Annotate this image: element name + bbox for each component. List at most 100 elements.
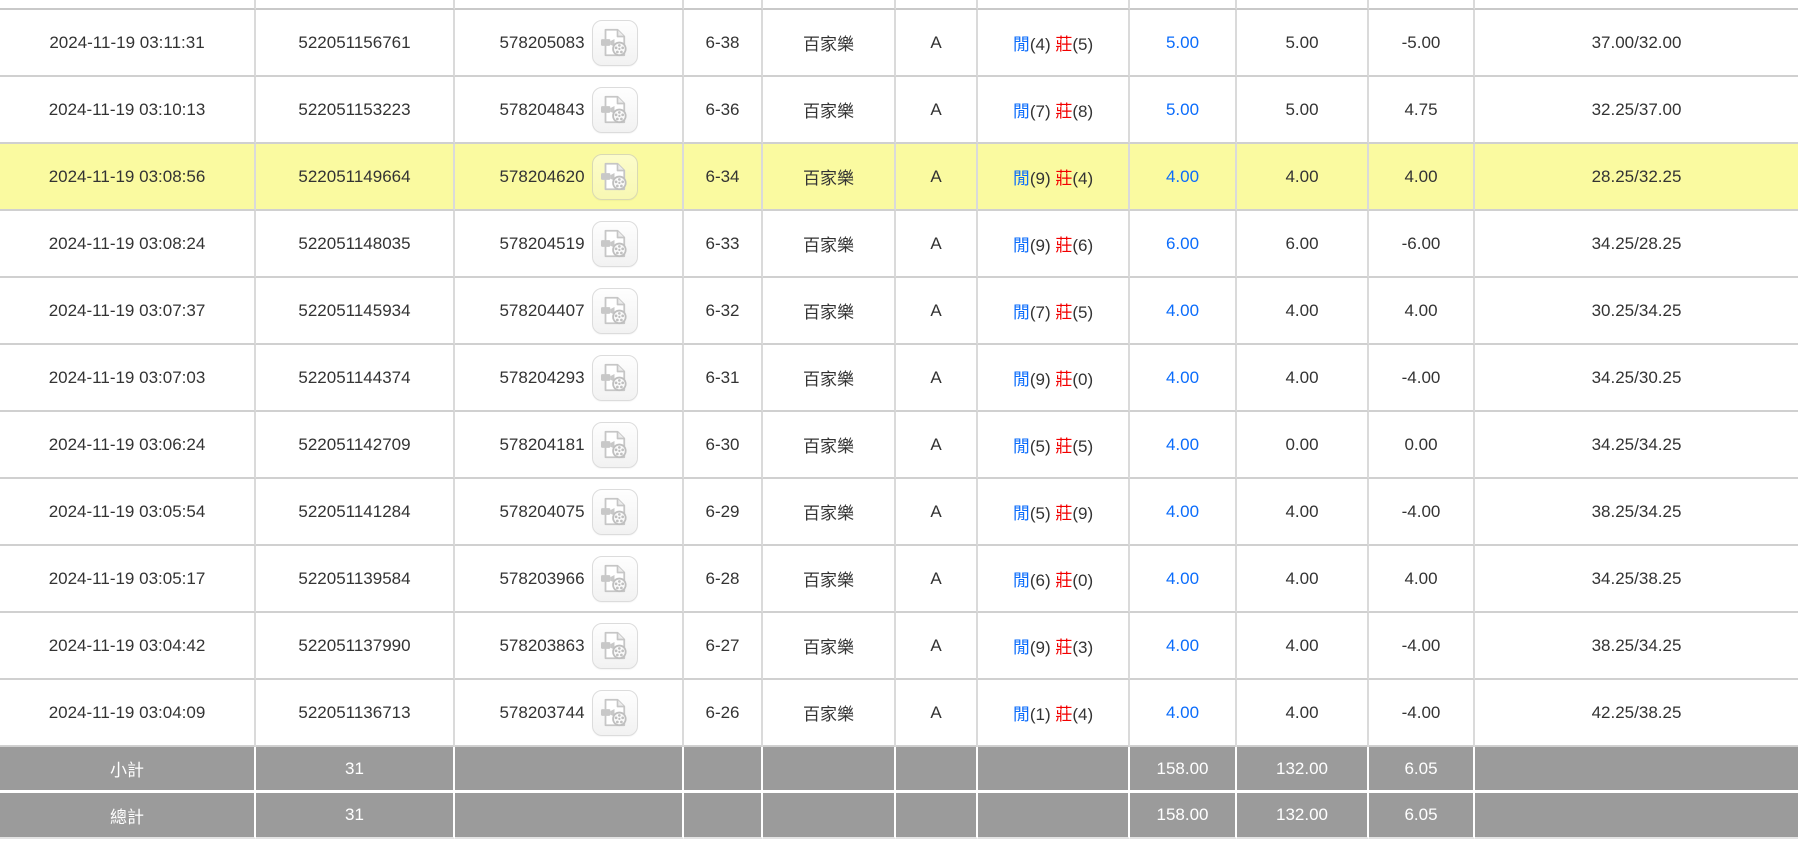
valid-bet-cell: 4.00	[1130, 278, 1237, 345]
video-replay-button[interactable]	[592, 20, 638, 66]
subtotal-row-count: 31	[256, 747, 455, 793]
total-row-empty-cell	[896, 793, 978, 839]
bet-amount-cell: 4.00	[1237, 546, 1369, 613]
record-row[interactable]: 2024-11-19 03:04:09522051136713578203744…	[0, 680, 1798, 747]
player-score: (7)	[1030, 303, 1051, 322]
video-icon	[598, 428, 631, 461]
clipped-cell	[1369, 0, 1475, 10]
record-row[interactable]: 2024-11-19 03:10:13522051153223578204843…	[0, 77, 1798, 144]
table-code-cell: A	[896, 412, 978, 479]
banker-score: (5)	[1072, 437, 1093, 456]
video-replay-button[interactable]	[592, 422, 638, 468]
player-label: 閒	[1013, 638, 1030, 657]
video-icon	[598, 495, 631, 528]
record-row[interactable]: 2024-11-19 03:04:42522051137990578203863…	[0, 613, 1798, 680]
banker-label: 莊	[1055, 437, 1072, 456]
game-type-cell: 百家樂	[763, 680, 896, 747]
win-loss-cell: 0.00	[1369, 412, 1475, 479]
banker-score: (3)	[1072, 638, 1093, 657]
bet-time-cell: 2024-11-19 03:06:24	[0, 412, 256, 479]
banker-label: 莊	[1055, 638, 1072, 657]
result-cell: 閒(6) 莊(0)	[978, 546, 1130, 613]
player-score: (5)	[1030, 504, 1051, 523]
round-id-cell: 578203863	[455, 613, 684, 680]
table-code-cell: A	[896, 10, 978, 77]
video-replay-button[interactable]	[592, 87, 638, 133]
video-icon	[598, 562, 631, 595]
record-row[interactable]: 2024-11-19 03:08:24522051148035578204519…	[0, 211, 1798, 278]
video-icon	[598, 696, 631, 729]
video-replay-button[interactable]	[592, 489, 638, 535]
valid-bet-link[interactable]: 5.00	[1166, 33, 1199, 52]
player-score: (9)	[1030, 236, 1051, 255]
win-loss-cell: -4.00	[1369, 479, 1475, 546]
banker-score: (4)	[1072, 705, 1093, 724]
valid-bet-link[interactable]: 4.00	[1166, 703, 1199, 722]
shoe-round-cell: 6-36	[684, 77, 763, 144]
round-id-cell: 578204181	[455, 412, 684, 479]
round-id-cell: 578204075	[455, 479, 684, 546]
valid-bet-cell: 4.00	[1130, 613, 1237, 680]
record-row[interactable]: 2024-11-19 03:05:54522051141284578204075…	[0, 479, 1798, 546]
table-code-cell: A	[896, 345, 978, 412]
record-row[interactable]: 2024-11-19 03:07:03522051144374578204293…	[0, 345, 1798, 412]
valid-bet-link[interactable]: 4.00	[1166, 502, 1199, 521]
video-replay-button[interactable]	[592, 556, 638, 602]
video-replay-button[interactable]	[592, 154, 638, 200]
valid-bet-link[interactable]: 4.00	[1166, 636, 1199, 655]
banker-label: 莊	[1055, 370, 1072, 389]
video-replay-button[interactable]	[592, 690, 638, 736]
record-row[interactable]: 2024-11-19 03:11:31522051156761578205083…	[0, 10, 1798, 77]
result-cell: 閒(7) 莊(5)	[978, 278, 1130, 345]
bet-amount-cell: 4.00	[1237, 680, 1369, 747]
bet-amount-cell: 6.00	[1237, 211, 1369, 278]
valid-bet-link[interactable]: 4.00	[1166, 435, 1199, 454]
player-label: 閒	[1013, 504, 1030, 523]
total-row-win-loss: 6.05	[1369, 793, 1475, 839]
banker-score: (5)	[1072, 303, 1093, 322]
bet-time-cell: 2024-11-19 03:11:31	[0, 10, 256, 77]
player-label: 閒	[1013, 102, 1030, 121]
round-id-cell: 578204843	[455, 77, 684, 144]
total-row-label: 總計	[0, 793, 256, 839]
banker-score: (4)	[1072, 169, 1093, 188]
video-replay-button[interactable]	[592, 355, 638, 401]
valid-bet-link[interactable]: 5.00	[1166, 100, 1199, 119]
game-type-cell: 百家樂	[763, 546, 896, 613]
bet-time-cell: 2024-11-19 03:04:09	[0, 680, 256, 747]
result-cell: 閒(9) 莊(6)	[978, 211, 1130, 278]
balance-cell: 34.25/28.25	[1475, 211, 1798, 278]
player-score: (7)	[1030, 102, 1051, 121]
round-id-text: 578204519	[499, 234, 584, 254]
clipped-cell	[1475, 0, 1798, 10]
banker-score: (0)	[1072, 571, 1093, 590]
balance-cell: 38.25/34.25	[1475, 479, 1798, 546]
balance-cell: 30.25/34.25	[1475, 278, 1798, 345]
record-row-selected[interactable]: 2024-11-19 03:08:56522051149664578204620…	[0, 144, 1798, 211]
game-type-cell: 百家樂	[763, 211, 896, 278]
player-score: (4)	[1030, 35, 1051, 54]
video-icon	[598, 227, 631, 260]
bet-time-cell: 2024-11-19 03:07:37	[0, 278, 256, 345]
valid-bet-link[interactable]: 6.00	[1166, 234, 1199, 253]
record-row[interactable]: 2024-11-19 03:05:17522051139584578203966…	[0, 546, 1798, 613]
valid-bet-link[interactable]: 4.00	[1166, 167, 1199, 186]
round-id-cell: 578204293	[455, 345, 684, 412]
valid-bet-link[interactable]: 4.00	[1166, 301, 1199, 320]
bet-time-cell: 2024-11-19 03:07:03	[0, 345, 256, 412]
valid-bet-link[interactable]: 4.00	[1166, 569, 1199, 588]
record-row[interactable]: 2024-11-19 03:07:37522051145934578204407…	[0, 278, 1798, 345]
valid-bet-link[interactable]: 4.00	[1166, 368, 1199, 387]
round-id-cell: 578205083	[455, 10, 684, 77]
video-replay-button[interactable]	[592, 288, 638, 334]
bet-id-cell: 522051142709	[256, 412, 455, 479]
player-score: (9)	[1030, 370, 1051, 389]
valid-bet-cell: 4.00	[1130, 144, 1237, 211]
win-loss-cell: 4.00	[1369, 546, 1475, 613]
shoe-round-cell: 6-28	[684, 546, 763, 613]
record-row[interactable]: 2024-11-19 03:06:24522051142709578204181…	[0, 412, 1798, 479]
banker-label: 莊	[1055, 35, 1072, 54]
video-replay-button[interactable]	[592, 221, 638, 267]
video-replay-button[interactable]	[592, 623, 638, 669]
result-cell: 閒(5) 莊(9)	[978, 479, 1130, 546]
